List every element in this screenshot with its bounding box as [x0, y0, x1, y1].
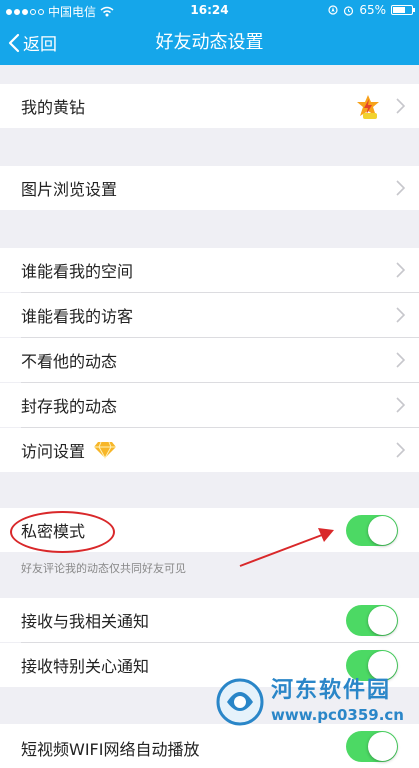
row-label: 访问设置	[21, 442, 86, 461]
page-title: 好友动态设置	[155, 32, 264, 53]
row-label: 谁能看我的空间	[21, 262, 134, 281]
status-right: 65%	[328, 3, 415, 17]
watermark-url: www.pc0359.cn	[271, 706, 404, 724]
battery-percent: 65%	[359, 3, 386, 17]
chevron-right-icon	[396, 352, 405, 368]
row-receive-related-notifications: 接收与我相关通知	[0, 598, 419, 642]
related-notifications-toggle[interactable]	[346, 605, 398, 636]
diamond-icon	[94, 441, 117, 459]
row-access-settings[interactable]: 访问设置	[0, 428, 419, 472]
row-label: 接收特别关心通知	[21, 657, 150, 676]
watermark-logo-icon	[216, 678, 264, 726]
nav-bar: 返回 好友动态设置	[0, 20, 419, 65]
row-label: 接收与我相关通知	[21, 612, 150, 631]
private-mode-toggle[interactable]	[346, 515, 398, 546]
annotation-circle	[10, 511, 115, 553]
row-archive-my-feed[interactable]: 封存我的动态	[0, 383, 419, 427]
row-label: 谁能看我的访客	[21, 307, 134, 326]
row-who-can-see-visitors[interactable]: 谁能看我的访客	[0, 293, 419, 337]
private-mode-hint: 好友评论我的动态仅共同好友可见	[21, 562, 186, 575]
annotation-arrow-icon	[239, 528, 334, 567]
chevron-right-icon	[396, 180, 405, 196]
chevron-right-icon	[396, 262, 405, 278]
watermark-title: 河东软件园	[271, 678, 392, 703]
row-label: 封存我的动态	[21, 397, 118, 416]
row-label: 不看他的动态	[21, 352, 118, 371]
alarm-icon	[344, 5, 354, 16]
battery-icon	[391, 5, 415, 15]
row-photo-browse-settings[interactable]: 图片浏览设置	[0, 166, 419, 210]
chevron-right-icon	[396, 442, 405, 458]
watermark: 河东软件园 www.pc0359.cn	[215, 668, 415, 738]
chevron-right-icon	[396, 397, 405, 413]
chevron-right-icon	[396, 307, 405, 323]
row-label: 我的黄钻	[21, 98, 86, 117]
status-bar: 中国电信 16:24 65%	[0, 0, 419, 20]
row-label: 短视频WIFI网络自动播放	[21, 740, 200, 759]
row-yellow-diamond[interactable]: 我的黄钻	[0, 84, 419, 128]
chevron-right-icon	[396, 98, 405, 114]
row-who-can-see-space[interactable]: 谁能看我的空间	[0, 248, 419, 292]
row-label: 图片浏览设置	[21, 180, 118, 199]
location-icon	[328, 5, 338, 15]
yellow-diamond-badge-icon	[357, 95, 379, 119]
row-hide-their-feed[interactable]: 不看他的动态	[0, 338, 419, 382]
